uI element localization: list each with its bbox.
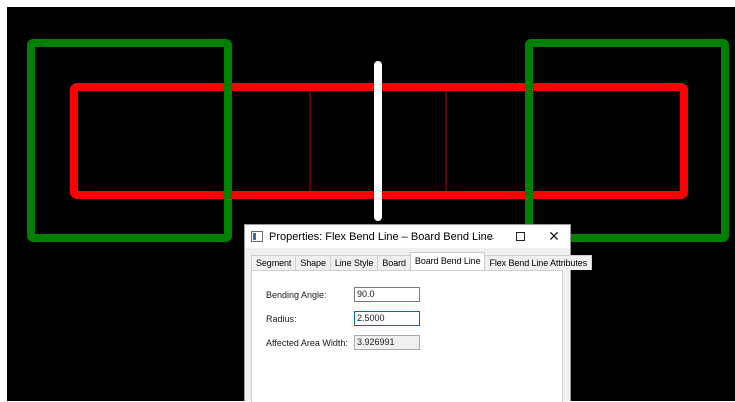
maximize-button[interactable]: [503, 225, 537, 248]
maximize-icon: [515, 232, 525, 241]
affected-area-width-field: 3.926991: [354, 335, 420, 350]
tab-segment[interactable]: Segment: [251, 255, 297, 270]
radius-field[interactable]: 2.5000: [354, 311, 420, 326]
board-bend-line-panel: Bending Angle: 90.0 Radius: 2.5000 Affec…: [251, 270, 563, 402]
properties-dialog: Properties: Flex Bend Line – Board Bend …: [244, 224, 593, 402]
property-tabs: Segment Shape Line Style Board Board Ben…: [251, 252, 593, 270]
dialog-app-icon: [251, 231, 263, 242]
radius-label: Radius:: [266, 314, 297, 324]
tab-line-style[interactable]: Line Style: [329, 255, 379, 270]
rigid-region-outline-left[interactable]: [27, 39, 232, 242]
dialog-titlebar[interactable]: Properties: Flex Bend Line – Board Bend …: [245, 225, 570, 248]
minimize-button[interactable]: —: [470, 225, 504, 248]
rigid-region-outline-right[interactable]: [525, 39, 729, 242]
bending-angle-field[interactable]: 90.0: [354, 287, 420, 302]
tab-board[interactable]: Board: [377, 255, 411, 270]
dialog-title: Properties: Flex Bend Line – Board Bend …: [269, 230, 493, 243]
tab-flex-bend-line-attributes[interactable]: Flex Bend Line Attributes: [484, 255, 593, 270]
bending-angle-label: Bending Angle:: [266, 290, 327, 300]
tab-shape[interactable]: Shape: [295, 255, 331, 270]
close-button[interactable]: ✕: [537, 225, 571, 248]
tab-board-bend-line[interactable]: Board Bend Line: [409, 252, 486, 270]
affected-area-width-label: Affected Area Width:: [266, 338, 348, 348]
